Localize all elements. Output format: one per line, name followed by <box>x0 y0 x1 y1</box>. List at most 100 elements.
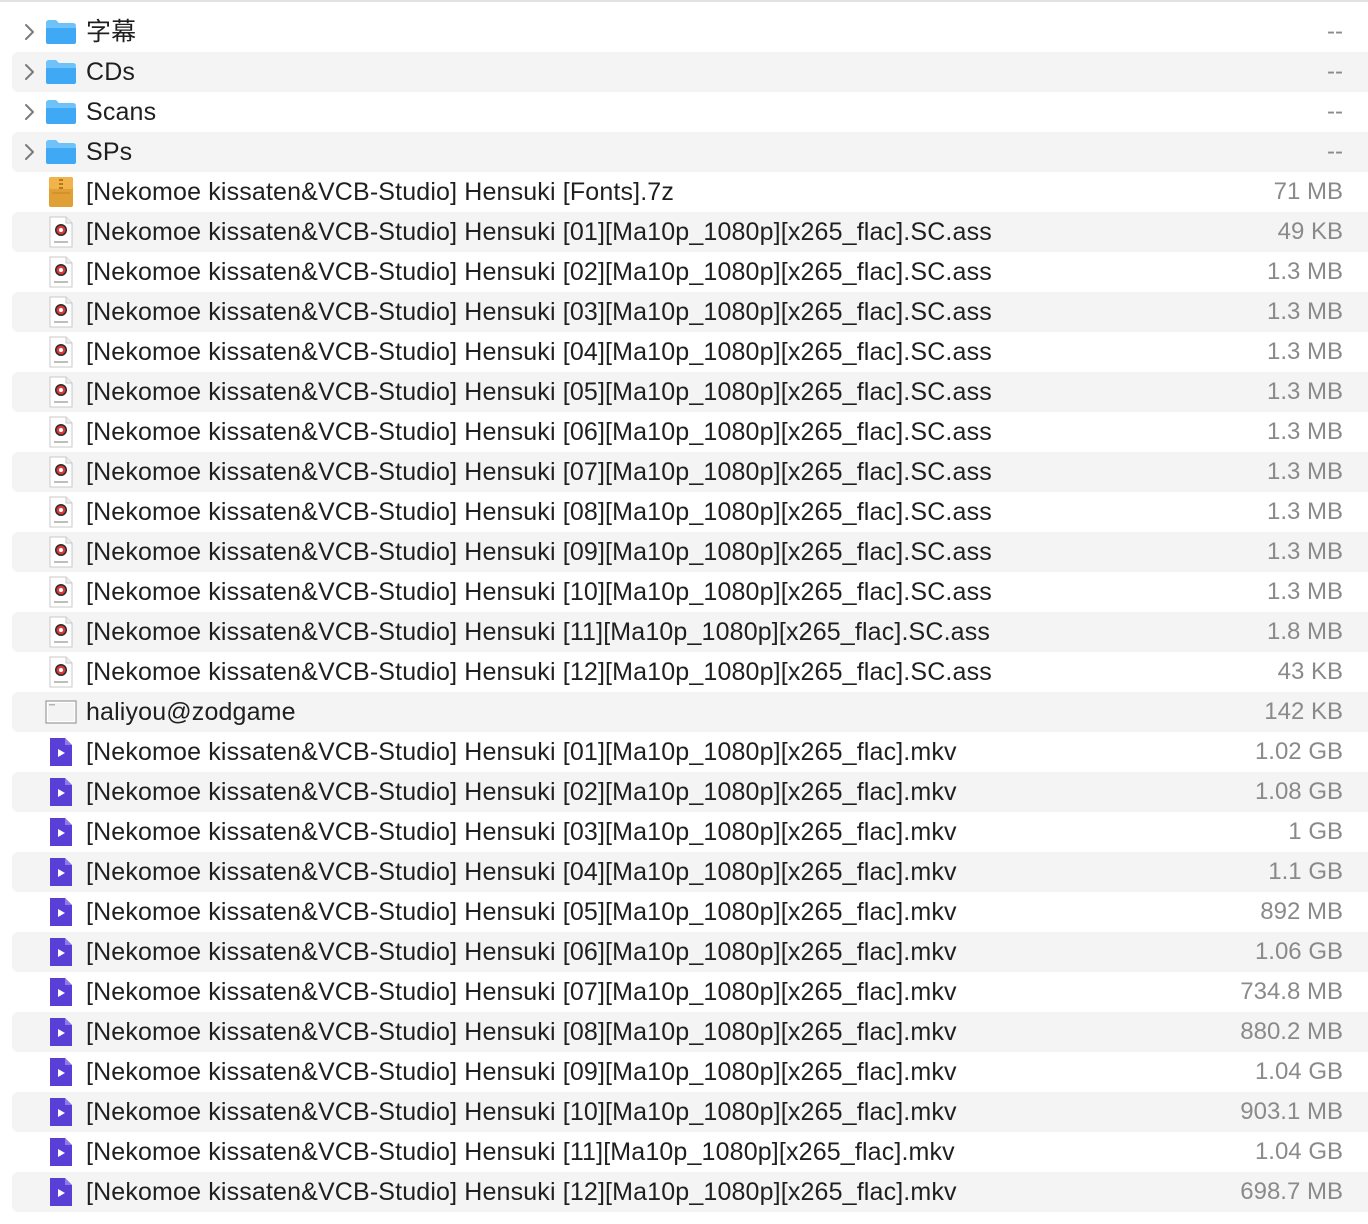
file-size: 1.3 MB <box>1266 578 1343 605</box>
file-row[interactable]: [Nekomoe kissaten&VCB-Studio] Hensuki [0… <box>12 932 1368 972</box>
video-file-icon <box>45 856 77 888</box>
file-size: 1.3 MB <box>1266 258 1343 285</box>
ass-subtitle-icon <box>45 216 77 248</box>
image-thumbnail-icon <box>45 696 77 728</box>
file-name: haliyou@zodgame <box>86 698 296 726</box>
file-size: 1.3 MB <box>1266 418 1343 445</box>
video-file-icon <box>45 1136 77 1168</box>
file-name: [Nekomoe kissaten&VCB-Studio] Hensuki [1… <box>86 578 992 606</box>
file-name: [Nekomoe kissaten&VCB-Studio] Hensuki [0… <box>86 738 957 766</box>
file-name: [Nekomoe kissaten&VCB-Studio] Hensuki [0… <box>86 1058 957 1086</box>
video-file-icon <box>45 976 77 1008</box>
disclosure-chevron-icon[interactable] <box>20 62 38 82</box>
file-row[interactable]: [Nekomoe kissaten&VCB-Studio] Hensuki [F… <box>12 172 1368 212</box>
file-size: 1.8 MB <box>1266 618 1343 645</box>
ass-subtitle-icon <box>45 416 77 448</box>
file-name: [Nekomoe kissaten&VCB-Studio] Hensuki [0… <box>86 858 957 886</box>
file-size: 49 KB <box>1277 218 1343 245</box>
file-name: [Nekomoe kissaten&VCB-Studio] Hensuki [0… <box>86 778 957 806</box>
file-row[interactable]: [Nekomoe kissaten&VCB-Studio] Hensuki [0… <box>12 332 1368 372</box>
video-file-icon <box>45 1056 77 1088</box>
file-row[interactable]: [Nekomoe kissaten&VCB-Studio] Hensuki [0… <box>12 372 1368 412</box>
file-size: 1.3 MB <box>1266 298 1343 325</box>
file-row[interactable]: SPs -- <box>12 132 1368 172</box>
video-file-icon <box>45 1096 77 1128</box>
ass-subtitle-icon <box>45 496 77 528</box>
file-row[interactable]: [Nekomoe kissaten&VCB-Studio] Hensuki [1… <box>12 1132 1368 1172</box>
file-row[interactable]: [Nekomoe kissaten&VCB-Studio] Hensuki [1… <box>12 572 1368 612</box>
file-size: -- <box>1327 98 1343 125</box>
file-size: 1.04 GB <box>1254 1058 1343 1085</box>
ass-subtitle-icon <box>45 256 77 288</box>
file-size: 880.2 MB <box>1240 1018 1343 1045</box>
file-size: 1.3 MB <box>1266 378 1343 405</box>
video-file-icon <box>45 736 77 768</box>
file-size: 1.06 GB <box>1254 938 1343 965</box>
folder-icon <box>45 56 77 88</box>
file-name: [Nekomoe kissaten&VCB-Studio] Hensuki [0… <box>86 338 992 366</box>
ass-subtitle-icon <box>45 656 77 688</box>
file-name: [Nekomoe kissaten&VCB-Studio] Hensuki [0… <box>86 378 992 406</box>
file-name: [Nekomoe kissaten&VCB-Studio] Hensuki [1… <box>86 1138 955 1166</box>
file-row[interactable]: [Nekomoe kissaten&VCB-Studio] Hensuki [0… <box>12 1052 1368 1092</box>
file-row[interactable]: [Nekomoe kissaten&VCB-Studio] Hensuki [0… <box>12 292 1368 332</box>
file-row[interactable]: [Nekomoe kissaten&VCB-Studio] Hensuki [0… <box>12 732 1368 772</box>
file-name: [Nekomoe kissaten&VCB-Studio] Hensuki [F… <box>86 178 675 206</box>
file-name: [Nekomoe kissaten&VCB-Studio] Hensuki [1… <box>86 1098 957 1126</box>
disclosure-chevron-icon[interactable] <box>20 142 38 162</box>
file-name: [Nekomoe kissaten&VCB-Studio] Hensuki [1… <box>86 1178 957 1206</box>
file-size: 142 KB <box>1264 698 1343 725</box>
file-size: 1.3 MB <box>1266 498 1343 525</box>
file-row[interactable]: [Nekomoe kissaten&VCB-Studio] Hensuki [0… <box>12 492 1368 532</box>
disclosure-chevron-icon[interactable] <box>20 102 38 122</box>
file-row[interactable]: [Nekomoe kissaten&VCB-Studio] Hensuki [1… <box>12 1092 1368 1132</box>
file-row[interactable]: haliyou@zodgame 142 KB <box>12 692 1368 732</box>
ass-subtitle-icon <box>45 456 77 488</box>
file-size: 1.3 MB <box>1266 538 1343 565</box>
file-row[interactable]: [Nekomoe kissaten&VCB-Studio] Hensuki [0… <box>12 852 1368 892</box>
file-row[interactable]: [Nekomoe kissaten&VCB-Studio] Hensuki [0… <box>12 452 1368 492</box>
file-name: [Nekomoe kissaten&VCB-Studio] Hensuki [0… <box>86 938 957 966</box>
file-size: 1 GB <box>1288 818 1343 845</box>
file-name: [Nekomoe kissaten&VCB-Studio] Hensuki [0… <box>86 1018 957 1046</box>
file-row[interactable]: [Nekomoe kissaten&VCB-Studio] Hensuki [0… <box>12 1012 1368 1052</box>
video-file-icon <box>45 936 77 968</box>
ass-subtitle-icon <box>45 536 77 568</box>
file-row[interactable]: Scans -- <box>12 92 1368 132</box>
video-file-icon <box>45 896 77 928</box>
file-row[interactable]: [Nekomoe kissaten&VCB-Studio] Hensuki [0… <box>12 812 1368 852</box>
file-name: CDs <box>86 58 136 86</box>
file-row[interactable]: [Nekomoe kissaten&VCB-Studio] Hensuki [0… <box>12 532 1368 572</box>
ass-subtitle-icon <box>45 336 77 368</box>
file-row[interactable]: [Nekomoe kissaten&VCB-Studio] Hensuki [0… <box>12 772 1368 812</box>
file-size: 71 MB <box>1273 178 1343 205</box>
file-name: SPs <box>86 138 133 166</box>
file-row[interactable]: 字幕 -- <box>12 12 1368 52</box>
file-row[interactable]: [Nekomoe kissaten&VCB-Studio] Hensuki [0… <box>12 972 1368 1012</box>
file-row[interactable]: CDs -- <box>12 52 1368 92</box>
file-row[interactable]: [Nekomoe kissaten&VCB-Studio] Hensuki [0… <box>12 212 1368 252</box>
file-name: [Nekomoe kissaten&VCB-Studio] Hensuki [0… <box>86 418 992 446</box>
file-name: [Nekomoe kissaten&VCB-Studio] Hensuki [0… <box>86 218 992 246</box>
file-row[interactable]: [Nekomoe kissaten&VCB-Studio] Hensuki [0… <box>12 412 1368 452</box>
file-name: [Nekomoe kissaten&VCB-Studio] Hensuki [0… <box>86 538 992 566</box>
file-row[interactable]: [Nekomoe kissaten&VCB-Studio] Hensuki [1… <box>12 652 1368 692</box>
file-row[interactable]: [Nekomoe kissaten&VCB-Studio] Hensuki [1… <box>12 612 1368 652</box>
file-size: 1.04 GB <box>1254 1138 1343 1165</box>
file-name: [Nekomoe kissaten&VCB-Studio] Hensuki [0… <box>86 298 992 326</box>
folder-icon <box>45 16 77 48</box>
disclosure-chevron-icon[interactable] <box>20 22 38 42</box>
file-size: 698.7 MB <box>1240 1178 1343 1205</box>
file-size: 43 KB <box>1277 658 1343 685</box>
file-row[interactable]: [Nekomoe kissaten&VCB-Studio] Hensuki [0… <box>12 892 1368 932</box>
file-size: 1.1 GB <box>1268 858 1343 885</box>
file-list: 字幕 -- CDs -- Scans -- SPs -- [Nekomoe ki… <box>12 12 1368 1212</box>
file-row[interactable]: [Nekomoe kissaten&VCB-Studio] Hensuki [0… <box>12 252 1368 292</box>
file-name: [Nekomoe kissaten&VCB-Studio] Hensuki [1… <box>86 618 991 646</box>
ass-subtitle-icon <box>45 576 77 608</box>
file-row[interactable]: [Nekomoe kissaten&VCB-Studio] Hensuki [1… <box>12 1172 1368 1212</box>
file-size: -- <box>1327 138 1343 165</box>
ass-subtitle-icon <box>45 296 77 328</box>
file-name: [Nekomoe kissaten&VCB-Studio] Hensuki [0… <box>86 498 992 526</box>
file-size: 1.3 MB <box>1266 338 1343 365</box>
